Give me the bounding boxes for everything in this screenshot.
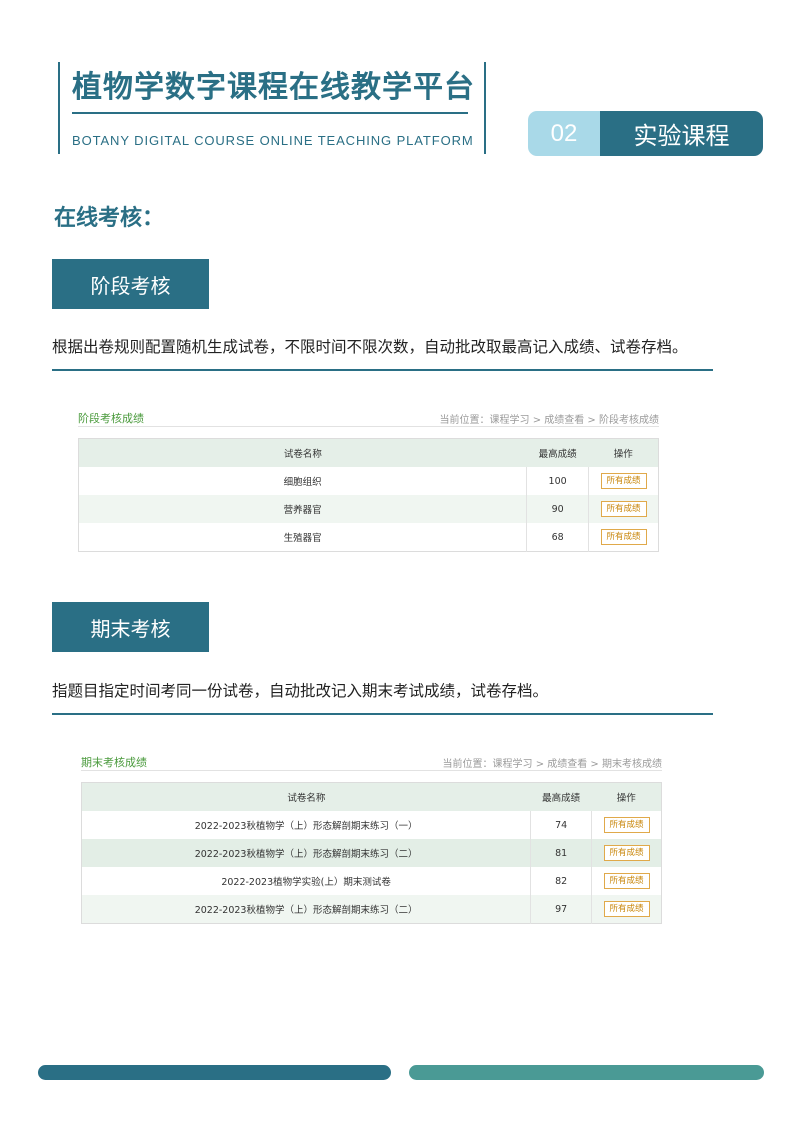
action-cell: 所有成绩 (591, 895, 662, 924)
final-exam-description: 指题目指定时间考同一份试卷，自动批改记入期末考试成绩，试卷存档。 (52, 682, 549, 700)
page-subtitle: BOTANY DIGITAL COURSE ONLINE TEACHING PL… (72, 133, 474, 148)
best-score: 90 (526, 495, 590, 523)
chapter-tag: 02 实验课程 (528, 111, 763, 156)
all-scores-button[interactable]: 所有成绩 (600, 529, 647, 545)
best-score: 81 (530, 839, 593, 867)
stage-divider (52, 369, 713, 371)
exam-name: 营养器官 (78, 495, 528, 523)
breadcrumb: 当前位置：课程学习 > 成绩查看 > 阶段考核成绩 (439, 415, 659, 426)
final-divider (52, 713, 713, 715)
header-right-rule (484, 62, 486, 154)
col-best-score: 最高成绩 (526, 438, 589, 467)
page-title: 植物学数字课程在线教学平台 (72, 70, 475, 105)
footer-bar-right (409, 1065, 764, 1080)
action-cell: 所有成绩 (592, 811, 662, 839)
table-row: 2022-2023秋植物学（上）形态解剖期末练习（二） 81 所有成绩 (81, 839, 662, 867)
best-score: 82 (530, 867, 593, 895)
best-score: 74 (530, 811, 593, 839)
all-scores-button[interactable]: 所有成绩 (600, 473, 647, 489)
header-underline (72, 112, 468, 114)
footer-bar-left (38, 1065, 391, 1080)
all-scores-button[interactable]: 所有成绩 (603, 817, 650, 833)
best-score: 97 (530, 895, 593, 924)
chapter-number: 02 (528, 111, 600, 156)
all-scores-button[interactable]: 所有成绩 (603, 873, 650, 889)
exam-name: 2022-2023秋植物学（上）形态解剖期末练习（二） (81, 895, 532, 924)
exam-name: 2022-2023植物学实验(上）期末测试卷 (81, 867, 532, 895)
action-cell: 所有成绩 (591, 839, 662, 867)
final-exam-label: 期末考核 (52, 602, 209, 652)
all-scores-button[interactable]: 所有成绩 (600, 501, 647, 517)
panel-title: 期末考核成绩 (81, 756, 147, 769)
col-best-score: 最高成绩 (530, 782, 592, 811)
section-heading: 在线考核： (54, 205, 165, 231)
table-row: 2022-2023秋植物学（上）形态解剖期末练习（二） 97 所有成绩 (81, 895, 662, 924)
table-header-row: 试卷名称 最高成绩 操作 (78, 438, 659, 467)
table-row: 生殖器官 68 所有成绩 (78, 523, 659, 552)
action-cell: 所有成绩 (588, 495, 659, 523)
header-left-rule (58, 62, 60, 154)
col-action: 操作 (588, 438, 659, 467)
exam-name: 2022-2023秋植物学（上）形态解剖期末练习（一） (81, 811, 532, 839)
action-cell: 所有成绩 (592, 867, 662, 895)
table-row: 2022-2023秋植物学（上）形态解剖期末练习（一） 74 所有成绩 (81, 811, 662, 839)
best-score: 100 (526, 467, 590, 495)
final-score-table: 试卷名称 最高成绩 操作 2022-2023秋植物学（上）形态解剖期末练习（一）… (81, 782, 662, 924)
table-row: 营养器官 90 所有成绩 (78, 495, 659, 523)
breadcrumb: 当前位置：课程学习 > 成绩查看 > 期末考核成绩 (442, 759, 662, 770)
panel-header: 期末考核成绩 当前位置：课程学习 > 成绩查看 > 期末考核成绩 (81, 748, 662, 771)
exam-name: 细胞组织 (78, 467, 528, 495)
col-exam-name: 试卷名称 (78, 438, 527, 467)
stage-exam-label: 阶段考核 (52, 259, 209, 309)
all-scores-button[interactable]: 所有成绩 (603, 845, 650, 861)
panel-header: 阶段考核成绩 当前位置：课程学习 > 成绩查看 > 阶段考核成绩 (78, 404, 659, 427)
stage-score-panel: 阶段考核成绩 当前位置：课程学习 > 成绩查看 > 阶段考核成绩 试卷名称 最高… (78, 404, 659, 552)
all-scores-button[interactable]: 所有成绩 (603, 901, 650, 917)
table-row: 细胞组织 100 所有成绩 (78, 467, 659, 495)
action-cell: 所有成绩 (589, 467, 659, 495)
panel-title: 阶段考核成绩 (78, 412, 144, 425)
table-row: 2022-2023植物学实验(上）期末测试卷 82 所有成绩 (81, 867, 662, 895)
final-score-panel: 期末考核成绩 当前位置：课程学习 > 成绩查看 > 期末考核成绩 试卷名称 最高… (81, 748, 662, 924)
exam-name: 2022-2023秋植物学（上）形态解剖期末练习（二） (81, 839, 532, 867)
best-score: 68 (526, 523, 590, 552)
col-action: 操作 (591, 782, 662, 811)
action-cell: 所有成绩 (589, 523, 659, 552)
chapter-label: 实验课程 (600, 111, 763, 156)
stage-exam-description: 根据出卷规则配置随机生成试卷，不限时间不限次数，自动批改取最高记入成绩、试卷存档… (52, 338, 688, 356)
stage-score-table: 试卷名称 最高成绩 操作 细胞组织 100 所有成绩 营养器官 90 所有成绩 … (78, 438, 659, 552)
exam-name: 生殖器官 (78, 523, 528, 552)
table-header-row: 试卷名称 最高成绩 操作 (81, 782, 662, 811)
col-exam-name: 试卷名称 (81, 782, 531, 811)
